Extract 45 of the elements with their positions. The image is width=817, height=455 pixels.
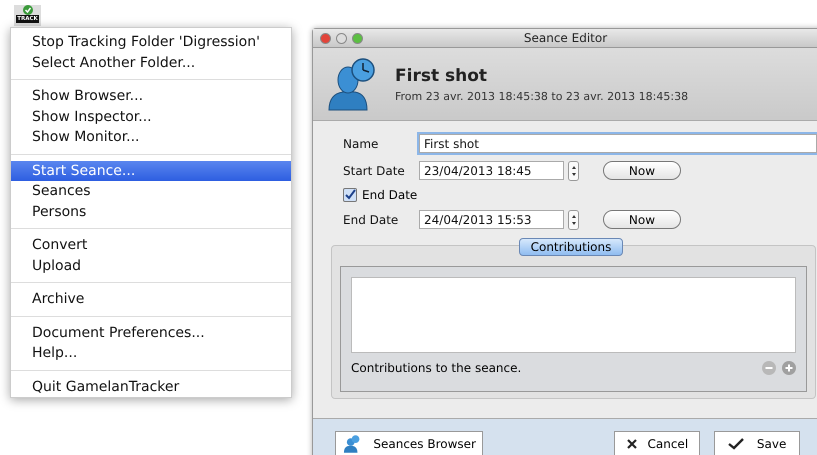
cancel-button[interactable]: Cancel bbox=[614, 430, 700, 455]
contributions-tab[interactable]: Contributions bbox=[519, 238, 623, 256]
menu-item[interactable]: Persons bbox=[11, 202, 291, 222]
now-button[interactable]: Now bbox=[603, 161, 681, 180]
contributions-list[interactable] bbox=[351, 277, 796, 353]
up-down-arrows-icon[interactable] bbox=[570, 164, 576, 176]
checkbox[interactable] bbox=[343, 188, 357, 202]
now-button[interactable]: Now bbox=[603, 210, 681, 229]
menu-item[interactable]: Archive bbox=[11, 289, 291, 310]
stepper[interactable] bbox=[568, 210, 579, 230]
date-field[interactable]: 23/04/2013 18:45 bbox=[419, 161, 564, 180]
contributions-caption: Contributions to the seance. bbox=[351, 361, 522, 375]
save-button[interactable]: Save bbox=[714, 430, 800, 455]
close-x-icon bbox=[626, 438, 638, 450]
menu-item[interactable]: Show Browser... bbox=[11, 86, 291, 106]
checkbox-label: End Date bbox=[362, 188, 418, 202]
person-icon bbox=[342, 434, 362, 454]
menu-item[interactable]: Help... bbox=[11, 343, 291, 364]
add-icon[interactable] bbox=[782, 361, 796, 375]
menu-item[interactable]: Quit GamelanTracker bbox=[11, 376, 291, 397]
menu-item[interactable]: Seances bbox=[11, 181, 291, 202]
up-down-arrows-icon[interactable] bbox=[570, 214, 576, 226]
minimize-button[interactable] bbox=[336, 32, 347, 44]
menu-item[interactable]: Select Another Folder... bbox=[11, 52, 291, 73]
window-title: Seance Editor bbox=[522, 31, 608, 45]
zoom-button[interactable] bbox=[352, 32, 363, 44]
menu-item[interactable]: Show Inspector... bbox=[11, 106, 291, 127]
seance-title: First shot bbox=[395, 66, 488, 86]
stepper[interactable] bbox=[568, 160, 579, 180]
field-label: End Date bbox=[343, 212, 400, 226]
close-button[interactable] bbox=[320, 32, 331, 44]
menu-item[interactable]: Document Preferences... bbox=[11, 322, 291, 343]
checkmark-icon bbox=[728, 438, 744, 450]
menu-item[interactable]: Upload bbox=[11, 256, 291, 276]
menu-item[interactable]: Start Seance... bbox=[11, 160, 291, 181]
date-field[interactable]: 24/04/2013 15:53 bbox=[419, 210, 564, 229]
field-label: Start Date bbox=[343, 164, 406, 178]
menu-item[interactable]: Stop Tracking Folder 'Digression' bbox=[11, 32, 291, 52]
seances-browser-button[interactable]: Seances Browser bbox=[335, 430, 483, 455]
menu-item[interactable]: Convert bbox=[11, 235, 291, 256]
seance-date-range: From 23 avr. 2013 18:45:38 to 23 avr. 2013 18:45:38 bbox=[395, 90, 688, 102]
field-label: Name bbox=[343, 136, 380, 150]
menu-item[interactable]: Show Monitor... bbox=[11, 127, 291, 148]
remove-icon[interactable] bbox=[762, 361, 776, 375]
name-field[interactable]: First shot bbox=[419, 134, 817, 153]
